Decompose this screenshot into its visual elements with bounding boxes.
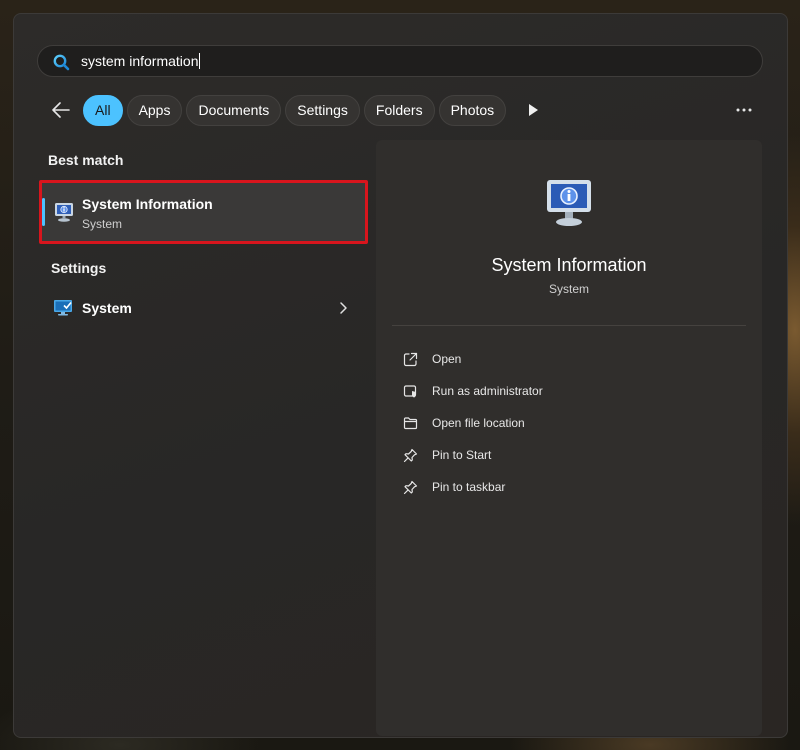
action-open-file-location-label: Open file location xyxy=(432,416,525,430)
filter-photos[interactable]: Photos xyxy=(438,94,507,126)
best-match-result[interactable]: System Information System xyxy=(39,180,368,244)
pin-icon xyxy=(402,479,418,495)
best-match-heading: Best match xyxy=(48,152,124,168)
action-list: Open Run as administrator Open file loca… xyxy=(402,343,543,503)
preview-subtitle: System xyxy=(548,282,589,296)
search-input[interactable]: system information xyxy=(37,45,763,77)
selection-indicator xyxy=(42,198,45,226)
settings-result-system[interactable]: System xyxy=(40,290,360,326)
settings-heading: Settings xyxy=(51,260,107,276)
text-caret xyxy=(199,53,201,69)
action-run-as-admin[interactable]: Run as administrator xyxy=(402,375,543,407)
filter-all[interactable]: All xyxy=(83,94,123,126)
play-icon[interactable] xyxy=(524,101,542,119)
action-open-label: Open xyxy=(432,352,462,366)
pin-icon xyxy=(402,447,418,463)
filter-documents[interactable]: Documents xyxy=(186,94,282,126)
chevron-right-icon xyxy=(338,301,348,315)
action-open-file-location[interactable]: Open file location xyxy=(402,407,543,439)
folder-icon xyxy=(402,415,418,431)
search-icon xyxy=(52,53,70,71)
more-options-icon[interactable] xyxy=(734,100,754,120)
back-arrow-icon[interactable] xyxy=(45,94,77,126)
system-settings-icon xyxy=(53,298,73,316)
action-pin-to-taskbar-label: Pin to taskbar xyxy=(432,480,506,494)
divider xyxy=(392,325,746,326)
best-match-subtitle: System xyxy=(82,217,123,231)
system-information-large-icon xyxy=(542,176,596,230)
action-pin-to-start[interactable]: Pin to Start xyxy=(402,439,543,471)
action-pin-to-taskbar[interactable]: Pin to taskbar xyxy=(402,471,543,503)
settings-result-label: System xyxy=(82,300,132,316)
filter-folders[interactable]: Folders xyxy=(363,94,435,126)
preview-title: System Information xyxy=(491,255,647,275)
filter-settings[interactable]: Settings xyxy=(285,94,360,126)
system-information-icon xyxy=(52,200,76,224)
search-query: system information xyxy=(81,53,201,69)
action-run-as-admin-label: Run as administrator xyxy=(432,384,543,398)
open-icon xyxy=(402,351,418,367)
filter-apps[interactable]: Apps xyxy=(126,94,183,126)
run-as-admin-icon xyxy=(402,383,418,399)
result-preview-panel: System Information System Open Run as ad… xyxy=(376,140,762,736)
filter-bar: All Apps Documents Settings Folders Phot… xyxy=(45,94,510,126)
action-open[interactable]: Open xyxy=(402,343,543,375)
action-pin-to-start-label: Pin to Start xyxy=(432,448,492,462)
best-match-title: System Information xyxy=(82,196,213,212)
